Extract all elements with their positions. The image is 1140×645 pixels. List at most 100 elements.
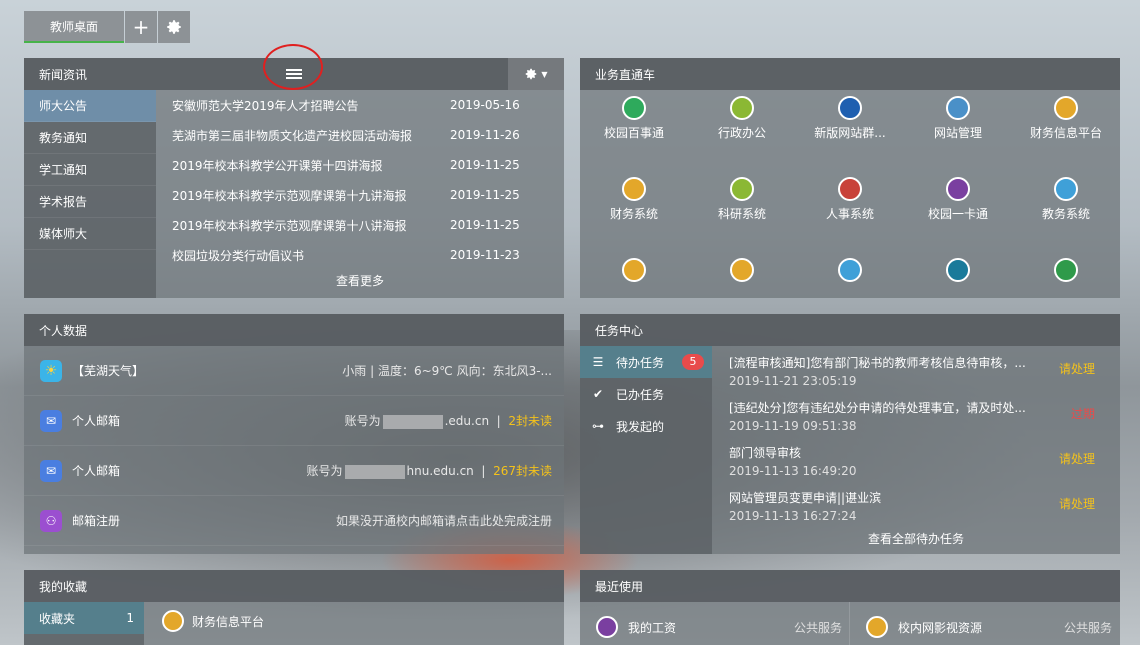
news-title[interactable]: 2019年校本科教学示范观摩课第十九讲海报: [172, 187, 407, 204]
mail-icon: ✉: [40, 409, 62, 432]
mail-domain: hnu.edu.cn: [406, 464, 474, 478]
app-shortcut[interactable]: 行政办公: [688, 96, 796, 141]
masked-account: [344, 464, 405, 479]
mail-row[interactable]: ✉ 个人邮箱 账号为 .edu.cn | 2封未读: [24, 396, 564, 446]
mail-row[interactable]: ✉ 个人邮箱 账号为 hnu.edu.cn | 267封未读: [24, 446, 564, 496]
news-date: 2019-11-25: [450, 188, 520, 202]
news-item[interactable]: 2019年校本科教学公开课第十四讲海报 2019-11-25: [172, 150, 562, 180]
recent-category: 公共服务: [1063, 620, 1112, 635]
news-item[interactable]: 校园垃圾分类行动倡议书 2019-11-23: [172, 240, 562, 270]
mail-unread[interactable]: 2封未读: [508, 414, 552, 428]
app-icon: [838, 177, 862, 201]
task-status[interactable]: 请处理: [1059, 360, 1095, 377]
task-item[interactable]: [违纪处分]您有违纪处分申请的待处理事宜，请及时处... 2019-11-19 …: [712, 391, 1120, 436]
app-icon: [946, 96, 970, 120]
recent-name: 我的工资: [628, 620, 677, 635]
app-label: 新版网站群...: [814, 126, 886, 140]
app-shortcut[interactable]: 财务系统: [580, 177, 688, 222]
news-title[interactable]: 校园垃圾分类行动倡议书: [172, 247, 304, 264]
favorites-folder[interactable]: 收藏夹 1: [24, 602, 144, 634]
mail-register-row[interactable]: ⚇ 邮箱注册 如果没开通校内邮箱请点击此处完成注册: [24, 496, 564, 546]
panel-header: 业务直通车: [580, 58, 1120, 90]
task-title[interactable]: 部门领导审核: [729, 444, 1029, 461]
news-category[interactable]: 学工通知: [24, 154, 156, 186]
app-icon: [730, 177, 754, 201]
mail-account: 账号为 hnu.edu.cn | 267封未读: [306, 464, 552, 479]
app-icon: [622, 258, 646, 282]
recent-name: 校内网影视资源: [898, 620, 983, 635]
folder-count: 1: [126, 611, 134, 625]
news-date: 2019-11-25: [450, 218, 520, 232]
task-status[interactable]: 请处理: [1059, 450, 1095, 467]
recent-item[interactable]: 我的工资 公共服务: [596, 614, 856, 640]
task-status[interactable]: 请处理: [1059, 495, 1095, 512]
pending-count-badge: 5: [682, 354, 704, 370]
masked-account: [382, 414, 443, 429]
app-icon: [946, 177, 970, 201]
recent-item[interactable]: 校内网影视资源 公共服务: [866, 614, 1120, 640]
app-shortcut[interactable]: [1012, 258, 1120, 286]
news-item[interactable]: 安徽师范大学2019年人才招聘公告 2019-05-16: [172, 90, 562, 120]
favorite-app[interactable]: 财务信息平台: [162, 610, 264, 632]
panel-header: 我的收藏: [24, 570, 564, 602]
tab-pending[interactable]: ☰ 待办任务 5: [580, 346, 712, 378]
app-shortcut[interactable]: 科研系统: [688, 177, 796, 222]
news-category[interactable]: 媒体师大: [24, 218, 156, 250]
app-icon: [1054, 177, 1078, 201]
app-label: 科研系统: [717, 207, 766, 221]
app-icon: [1054, 96, 1078, 120]
panel-title: 新闻资讯: [39, 67, 88, 82]
desktop-settings-button[interactable]: [158, 11, 190, 43]
register-link[interactable]: 如果没开通校内邮箱请点击此处完成注册: [182, 512, 552, 529]
app-shortcut[interactable]: [796, 258, 904, 286]
news-title[interactable]: 安徽师范大学2019年人才招聘公告: [172, 97, 359, 114]
weather-icon: ☀: [40, 359, 62, 382]
app-icon: [1054, 258, 1078, 282]
app-shortcut[interactable]: 人事系统: [796, 177, 904, 222]
app-shortcut[interactable]: 校园一卡通: [904, 177, 1012, 222]
weather-row[interactable]: ☀ 【芜湖天气】 小雨 | 温度：6~9℃ 风向：东北风3-...: [24, 346, 564, 396]
app-label: 教务系统: [1041, 207, 1090, 221]
app-shortcut[interactable]: [580, 258, 688, 286]
task-title[interactable]: [违纪处分]您有违纪处分申请的待处理事宜，请及时处...: [729, 399, 1029, 416]
news-title[interactable]: 2019年校本科教学公开课第十四讲海报: [172, 157, 383, 174]
all-tasks-link[interactable]: 查看全部待办任务: [712, 530, 1120, 547]
app-shortcut[interactable]: [904, 258, 1012, 286]
news-category[interactable]: 学术报告: [24, 186, 156, 218]
news-title[interactable]: 2019年校本科教学示范观摩课第十八讲海报: [172, 217, 407, 234]
tab-teacher-desktop[interactable]: 教师桌面: [24, 11, 124, 43]
finance-app-icon: [162, 610, 184, 632]
task-item[interactable]: 网站管理员变更申请||谌业滨 2019-11-13 16:27:24 请处理: [712, 481, 1120, 526]
task-title[interactable]: [流程审核通知]您有部门秘书的教师考核信息待审核，...: [729, 354, 1029, 371]
news-title[interactable]: 芜湖市第三届非物质文化遗产进校园活动海报: [172, 127, 412, 144]
task-item[interactable]: [流程审核通知]您有部门秘书的教师考核信息待审核，... 2019-11-21 …: [712, 346, 1120, 391]
app-shortcut[interactable]: [688, 258, 796, 286]
news-category[interactable]: 师大公告: [24, 90, 156, 122]
register-label: 邮箱注册: [72, 514, 121, 528]
tab-initiated[interactable]: ⊶ 我发起的: [580, 410, 712, 442]
add-desktop-button[interactable]: +: [125, 11, 157, 43]
app-shortcut[interactable]: 教务系统: [1012, 177, 1120, 222]
panel-title: 最近使用: [595, 579, 644, 594]
news-more-link[interactable]: 查看更多: [156, 272, 564, 289]
video-icon: [866, 616, 888, 638]
app-shortcut[interactable]: 财务信息平台: [1012, 96, 1120, 141]
app-shortcut[interactable]: 网站管理: [904, 96, 1012, 141]
app-icon: [838, 258, 862, 282]
app-shortcut[interactable]: 校园百事通: [580, 96, 688, 141]
mail-unread[interactable]: 267封未读: [493, 464, 552, 478]
app-icon: [730, 258, 754, 282]
task-time: 2019-11-13 16:49:20: [729, 464, 857, 478]
app-label: 校园一卡通: [927, 207, 988, 221]
news-item[interactable]: 2019年校本科教学示范观摩课第十九讲海报 2019-11-25: [172, 180, 562, 210]
task-title[interactable]: 网站管理员变更申请||谌业滨: [729, 489, 1029, 506]
app-shortcut[interactable]: 新版网站群...: [796, 96, 904, 141]
panel-settings-button[interactable]: ▼: [508, 58, 564, 90]
news-item[interactable]: 2019年校本科教学示范观摩课第十八讲海报 2019-11-25: [172, 210, 562, 240]
news-date: 2019-05-16: [450, 98, 520, 112]
mail-domain: .edu.cn: [444, 414, 490, 428]
news-item[interactable]: 芜湖市第三届非物质文化遗产进校园活动海报 2019-11-26: [172, 120, 562, 150]
task-item[interactable]: 部门领导审核 2019-11-13 16:49:20 请处理: [712, 436, 1120, 481]
tab-done[interactable]: ✔ 已办任务: [580, 378, 712, 410]
news-category[interactable]: 教务通知: [24, 122, 156, 154]
